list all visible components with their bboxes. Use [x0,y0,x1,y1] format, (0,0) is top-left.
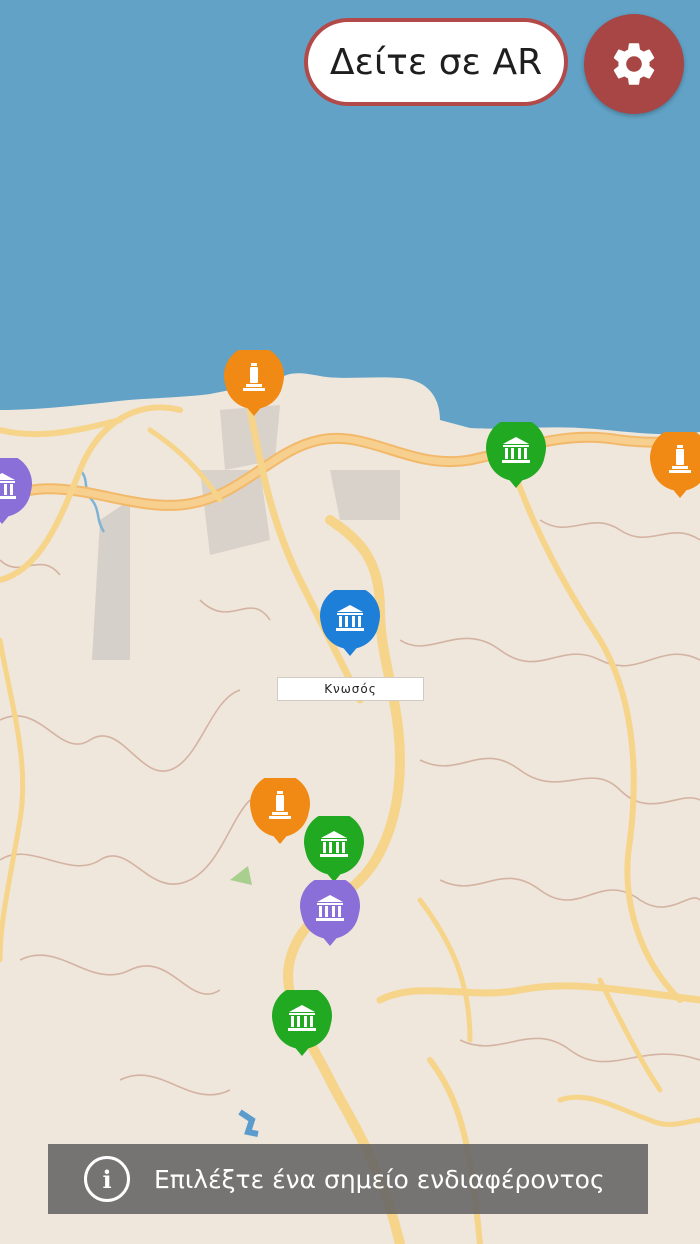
museum-icon [320,590,380,656]
museum-marker[interactable] [298,880,362,950]
museum-marker[interactable] [318,590,382,660]
museum-icon [272,990,332,1056]
museum-marker[interactable] [484,422,548,492]
museum-marker[interactable] [302,816,366,886]
monument-marker[interactable] [222,350,286,420]
info-banner-text: Επιλέξτε ένα σημείο ενδιαφέροντος [154,1164,605,1194]
monument-icon [650,432,700,498]
museum-icon [486,422,546,488]
monument-icon [224,350,284,416]
monument-marker[interactable] [648,432,700,502]
place-label-knossos: Κνωσός [277,677,424,701]
view-in-ar-button[interactable]: Δείτε σε AR [304,18,568,106]
museum-icon [300,880,360,946]
museum-icon [304,816,364,882]
museum-icon [0,458,32,524]
settings-button[interactable] [584,14,684,114]
museum-marker[interactable] [270,990,334,1060]
info-banner: i Επιλέξτε ένα σημείο ενδιαφέροντος [48,1144,648,1214]
museum-marker[interactable] [0,458,34,528]
info-icon: i [84,1156,130,1202]
gear-icon [613,43,655,85]
